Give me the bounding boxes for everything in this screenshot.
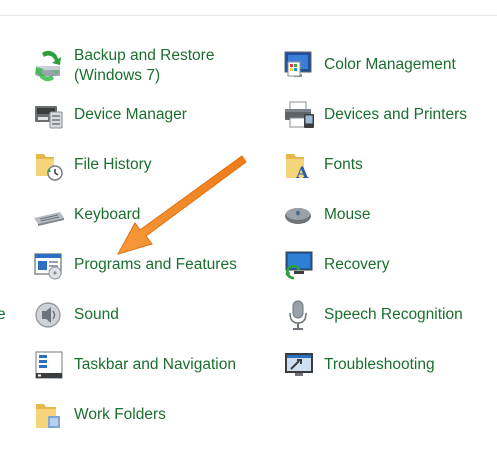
item-label[interactable]: File History — [74, 155, 152, 175]
item-devices-and-printers[interactable]: Devices and Printers — [282, 98, 467, 132]
fonts-folder-icon: A — [282, 148, 316, 182]
item-label[interactable]: Backup and Restore (Windows 7) — [74, 46, 244, 86]
item-label[interactable]: Mouse — [324, 205, 371, 225]
item-label[interactable]: Fonts — [324, 155, 363, 175]
item-troubleshooting[interactable]: Troubleshooting — [282, 348, 435, 382]
item-label[interactable]: Devices and Printers — [324, 105, 467, 125]
item-keyboard[interactable]: Keyboard — [32, 198, 140, 232]
item-color-management[interactable]: Color Management — [282, 48, 456, 82]
item-work-folders[interactable]: Work Folders — [32, 398, 166, 432]
item-label[interactable]: Work Folders — [74, 405, 166, 425]
item-label[interactable]: Color Management — [324, 55, 456, 75]
backup-restore-icon — [32, 49, 66, 83]
item-mouse[interactable]: Mouse — [282, 198, 371, 232]
item-speech-recognition[interactable]: Speech Recognition — [282, 298, 463, 332]
item-fonts[interactable]: A Fonts — [282, 148, 363, 182]
printer-icon — [282, 98, 316, 132]
item-taskbar-and-navigation[interactable]: Taskbar and Navigation — [32, 348, 236, 382]
item-label[interactable]: Device Manager — [74, 105, 187, 125]
item-recovery[interactable]: Recovery — [282, 248, 389, 282]
item-label[interactable]: Programs and Features — [74, 255, 237, 275]
keyboard-icon — [32, 198, 66, 232]
item-label[interactable]: Speech Recognition — [324, 305, 463, 325]
item-label[interactable]: Keyboard — [74, 205, 140, 225]
item-file-history[interactable]: File History — [32, 148, 152, 182]
file-history-icon — [32, 148, 66, 182]
programs-features-icon — [32, 248, 66, 282]
work-folders-icon — [32, 398, 66, 432]
recovery-icon — [282, 248, 316, 282]
color-management-icon — [282, 48, 316, 82]
mouse-icon — [282, 198, 316, 232]
item-sound[interactable]: Sound — [32, 298, 119, 332]
control-panel-items-grid: Backup and Restore (Windows 7) Device Ma… — [0, 0, 497, 449]
item-label[interactable]: Sound — [74, 305, 119, 325]
item-backup-and-restore[interactable]: Backup and Restore (Windows 7) — [32, 46, 244, 86]
item-label[interactable]: Recovery — [324, 255, 389, 275]
item-label[interactable]: Taskbar and Navigation — [74, 355, 236, 375]
microphone-icon — [282, 298, 316, 332]
item-programs-and-features[interactable]: Programs and Features — [32, 248, 237, 282]
svg-text:A: A — [295, 163, 309, 182]
speaker-icon — [32, 298, 66, 332]
item-device-manager[interactable]: Device Manager — [32, 98, 187, 132]
item-label[interactable]: Troubleshooting — [324, 355, 435, 375]
device-manager-icon — [32, 98, 66, 132]
taskbar-icon — [32, 348, 66, 382]
troubleshooting-icon — [282, 348, 316, 382]
